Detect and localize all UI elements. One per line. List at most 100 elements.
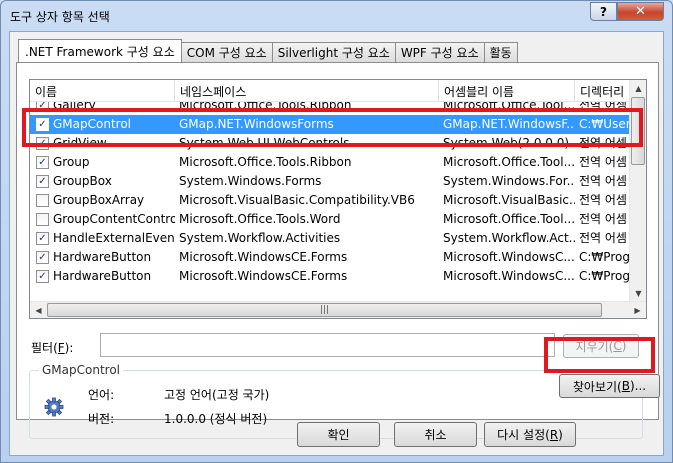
row-checkbox[interactable]: ✓ bbox=[36, 251, 49, 264]
scroll-left-icon[interactable]: ◀ bbox=[30, 302, 47, 318]
row-assembly: System.Web(2.0.0.0) bbox=[443, 136, 570, 150]
row-checkbox[interactable]: ✓ bbox=[36, 232, 49, 245]
row-directory: 전역 어셈 bbox=[579, 102, 627, 112]
vertical-scroll-thumb[interactable] bbox=[631, 97, 645, 165]
row-checkbox[interactable]: ✓ bbox=[36, 175, 49, 188]
table-row[interactable]: GroupContentControl Microsoft.Office.Tool… bbox=[30, 210, 630, 229]
tab-wpf-components[interactable]: WPF 구성 요소 bbox=[394, 42, 485, 62]
row-checkbox[interactable]: ✓ bbox=[36, 102, 49, 112]
table-row[interactable]: GroupBoxArray Microsoft.VisualBasic.Compa… bbox=[30, 191, 630, 210]
row-name-cell: ✓ HandleExternalEvent bbox=[30, 229, 175, 248]
scroll-up-icon[interactable]: ▲ bbox=[630, 80, 646, 97]
browse-button[interactable]: 찾아보기(B)... bbox=[559, 374, 660, 398]
gear-icon bbox=[44, 397, 64, 417]
column-header-namespace[interactable]: 네임스페이스 bbox=[175, 80, 439, 102]
row-name-cell: ✓ GMapControl bbox=[30, 115, 175, 134]
vertical-scrollbar[interactable]: ▲ ▼ bbox=[629, 80, 646, 302]
row-name-cell: ✓ HardwareButton bbox=[30, 248, 175, 267]
row-directory: C:₩Users bbox=[579, 117, 630, 131]
row-namespace: Microsoft.WindowsCE.Forms bbox=[179, 269, 348, 283]
row-name-cell: ✓ HardwareButton bbox=[30, 267, 175, 286]
row-assembly: Microsoft.Office.Tool... bbox=[443, 212, 575, 226]
row-checkbox[interactable] bbox=[36, 194, 49, 207]
row-checkbox[interactable]: ✓ bbox=[36, 137, 49, 150]
row-namespace: Microsoft.WindowsCE.Forms bbox=[179, 250, 348, 264]
table-row[interactable]: ✓ HandleExternalEvent System.Workflow.Acti… bbox=[30, 229, 630, 248]
row-directory: 전역 어셈 bbox=[579, 212, 627, 226]
dialog-window: 도구 상자 항목 선택 ? ✕ .NET Framework 구성 요소 COM… bbox=[0, 0, 673, 463]
row-name-cell: ✓ Gallery bbox=[30, 102, 175, 115]
tab-com-components[interactable]: COM 구성 요소 bbox=[180, 42, 273, 62]
row-assembly: System.Windows.For... bbox=[443, 174, 575, 188]
table-row[interactable]: ✓ Gallery Microsoft.Office.Tools.Ribbon Mic… bbox=[30, 102, 630, 115]
list-header: 이름 네임스페이스 어셈블리 이름 디렉터리 bbox=[30, 80, 630, 102]
language-label: 언어: bbox=[88, 388, 115, 402]
cancel-button[interactable]: 취소 bbox=[394, 422, 477, 447]
row-namespace: GMap.NET.WindowsForms bbox=[179, 117, 334, 131]
table-row[interactable]: ✓ HardwareButton Microsoft.WindowsCE.Forms… bbox=[30, 267, 630, 286]
row-directory: 전역 어셈 bbox=[579, 174, 627, 188]
reset-button[interactable]: 다시 설정(R) bbox=[484, 422, 576, 447]
row-namespace: Microsoft.Office.Tools.Ribbon bbox=[179, 102, 352, 112]
row-directory: C:₩Prog bbox=[579, 250, 630, 264]
table-row[interactable]: ✓ HardwareButton Microsoft.WindowsCE.Forms… bbox=[30, 248, 630, 267]
row-checkbox[interactable]: ✓ bbox=[36, 118, 49, 131]
row-name-cell: ✓ GridView bbox=[30, 134, 175, 153]
row-namespace: Microsoft.Office.Tools.Ribbon bbox=[179, 155, 352, 169]
language-value: 고정 언어(고정 국가) bbox=[164, 388, 270, 402]
tab-strip: .NET Framework 구성 요소 COM 구성 요소 Silverlig… bbox=[18, 39, 518, 62]
row-directory: 전역 어셈 bbox=[579, 231, 627, 245]
window-title: 도구 상자 항목 선택 bbox=[10, 10, 110, 24]
help-button[interactable]: ? bbox=[590, 2, 617, 21]
column-header-directory[interactable]: 디렉터리 bbox=[575, 80, 630, 102]
column-header-name[interactable]: 이름 bbox=[30, 80, 175, 102]
column-header-assembly[interactable]: 어셈블리 이름 bbox=[439, 80, 575, 102]
clear-button[interactable]: 지우기(C) bbox=[563, 334, 639, 358]
row-name: GroupBoxArray bbox=[53, 193, 145, 207]
row-name: HandleExternalEvent bbox=[53, 231, 175, 245]
horizontal-scrollbar[interactable]: ◀ ||| ▶ bbox=[30, 301, 646, 318]
row-assembly: Microsoft.WindowsC... bbox=[443, 269, 575, 283]
row-checkbox[interactable]: ✓ bbox=[36, 156, 49, 169]
row-name: GMapControl bbox=[53, 117, 131, 131]
table-row[interactable]: ✓ GroupBox System.Windows.Forms System.Wind… bbox=[30, 172, 630, 191]
row-assembly: Microsoft.WindowsC... bbox=[443, 250, 575, 264]
row-checkbox[interactable] bbox=[36, 213, 49, 226]
components-list[interactable]: 이름 네임스페이스 어셈블리 이름 디렉터리 ✓ Gallery Microsoft… bbox=[29, 79, 647, 319]
row-directory: 전역 어셈 bbox=[579, 193, 627, 207]
filter-input[interactable] bbox=[100, 333, 555, 357]
row-checkbox[interactable]: ✓ bbox=[36, 270, 49, 283]
dialog-client: .NET Framework 구성 요소 COM 구성 요소 Silverlig… bbox=[9, 31, 664, 456]
grip-icon: ||| bbox=[319, 305, 330, 315]
details-group-title: GMapControl bbox=[39, 363, 123, 377]
row-directory: C:₩Prog bbox=[579, 269, 630, 283]
row-name: GroupContentControl bbox=[53, 212, 175, 226]
row-assembly: Microsoft.Office.Tool... bbox=[443, 102, 575, 112]
table-row[interactable]: ✓ GridView System.Web.UI.WebControls System… bbox=[30, 134, 630, 153]
list-rows: ✓ Gallery Microsoft.Office.Tools.Ribbon Mic… bbox=[30, 102, 630, 286]
row-namespace: Microsoft.Office.Tools.Word bbox=[179, 212, 341, 226]
row-name: GroupBox bbox=[53, 174, 112, 188]
scroll-down-icon[interactable]: ▼ bbox=[630, 285, 646, 302]
row-name: GridView bbox=[53, 136, 107, 150]
row-directory: 전역 어셈 bbox=[579, 136, 627, 150]
row-assembly: GMap.NET.WindowsF... bbox=[443, 117, 575, 131]
row-name: Gallery bbox=[53, 102, 96, 112]
ok-button[interactable]: 확인 bbox=[297, 422, 380, 447]
close-button[interactable]: ✕ bbox=[617, 2, 664, 21]
row-name: HardwareButton bbox=[53, 250, 152, 264]
row-assembly: Microsoft.Office.Tool... bbox=[443, 155, 575, 169]
tab-activities[interactable]: 활동 bbox=[483, 42, 518, 62]
filter-label: 필터(F): bbox=[31, 341, 74, 355]
table-row[interactable]: ✓ Group Microsoft.Office.Tools.Ribbon Micro… bbox=[30, 153, 630, 172]
tab-silverlight-components[interactable]: Silverlight 구성 요소 bbox=[271, 42, 396, 62]
tab-panel: 이름 네임스페이스 어셈블리 이름 디렉터리 ✓ Gallery Microsoft… bbox=[16, 62, 660, 439]
row-name-cell: GroupBoxArray bbox=[30, 191, 175, 210]
row-assembly: Microsoft.VisualBasic... bbox=[443, 193, 575, 207]
scroll-right-icon[interactable]: ▶ bbox=[629, 302, 646, 318]
table-row[interactable]: ✓ GMapControl GMap.NET.WindowsForms GMap.NE… bbox=[30, 115, 630, 134]
horizontal-scroll-thumb[interactable]: ||| bbox=[47, 303, 602, 317]
tab-dotnet-components[interactable]: .NET Framework 구성 요소 bbox=[18, 39, 182, 62]
list-body: ✓ Gallery Microsoft.Office.Tools.Ribbon Mic… bbox=[30, 102, 630, 302]
row-namespace: System.Workflow.Activities bbox=[179, 231, 341, 245]
